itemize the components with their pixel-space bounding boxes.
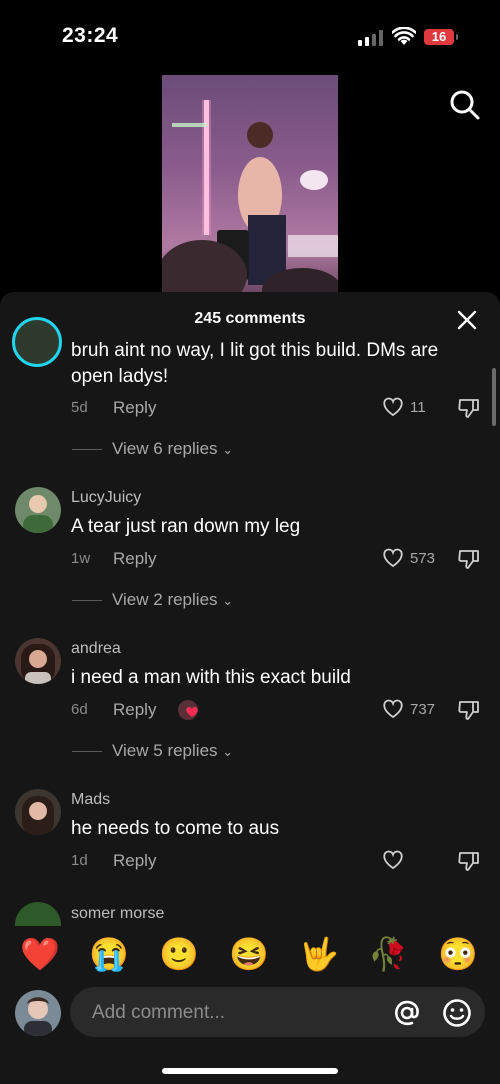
dislike-icon[interactable]: [458, 398, 480, 418]
comment-username[interactable]: andrea: [71, 640, 121, 658]
mention-icon[interactable]: [393, 999, 421, 1027]
avatar[interactable]: [15, 638, 61, 684]
close-icon[interactable]: [456, 309, 478, 331]
emoji-smile[interactable]: 🙂: [159, 934, 199, 974]
video-preview[interactable]: [162, 75, 338, 305]
heart-icon[interactable]: [382, 850, 404, 870]
comment-input-bar[interactable]: [70, 987, 485, 1039]
comment-text: bruh aint no way, I lit got this build. …: [71, 340, 439, 387]
emoji-quick-bar: ❤️ 😭 🙂 😆 🤟 🥀 😳: [0, 926, 500, 980]
wifi-icon: [392, 27, 416, 45]
comment-input[interactable]: [90, 987, 384, 1039]
comment-text: A tear just ran down my leg: [71, 516, 301, 537]
emoji-wilted-rose[interactable]: 🥀: [368, 934, 408, 974]
emoji-laughing[interactable]: 😆: [229, 934, 269, 974]
view-replies-button[interactable]: View 6 replies ⌄: [72, 439, 233, 459]
comment-age: 1d: [71, 852, 88, 869]
comment-username[interactable]: somer morse: [71, 905, 164, 923]
comment-text: i need a man with this exact build: [71, 667, 351, 688]
video-frame-image: [162, 100, 338, 305]
reply-button[interactable]: Reply: [113, 700, 156, 720]
reply-button[interactable]: Reply: [113, 398, 156, 418]
reply-button[interactable]: Reply: [113, 851, 156, 871]
emoji-rock-on[interactable]: 🤟: [299, 934, 339, 974]
avatar[interactable]: [15, 902, 61, 926]
emoji-flushed[interactable]: 😳: [438, 934, 478, 974]
comment-age: 6d: [71, 701, 88, 718]
heart-icon: [186, 707, 198, 717]
view-replies-label: View 6 replies: [112, 439, 218, 458]
comments-count-title: 245 comments: [194, 310, 306, 327]
heart-icon[interactable]: [382, 699, 404, 719]
creator-liked-badge: [178, 700, 198, 720]
avatar[interactable]: [12, 317, 62, 367]
status-bar: 23:24 16: [0, 0, 500, 70]
view-replies-label: View 2 replies: [112, 590, 218, 609]
emoji-crying[interactable]: 😭: [89, 934, 129, 974]
comment-text: he needs to come to aus: [71, 818, 280, 839]
avatar[interactable]: [15, 487, 61, 533]
emoji-heart[interactable]: ❤️: [20, 934, 60, 974]
comment-username[interactable]: Mads: [71, 791, 110, 809]
view-replies-label: View 5 replies: [112, 741, 218, 760]
search-icon[interactable]: [448, 88, 482, 122]
comment-age: 5d: [71, 399, 88, 416]
emoji-picker-icon[interactable]: [442, 998, 472, 1028]
scrollbar[interactable]: [492, 368, 496, 426]
like-count: 737: [410, 701, 436, 718]
view-replies-button[interactable]: View 5 replies ⌄: [72, 741, 233, 761]
comment-username[interactable]: LucyJuicy: [71, 489, 141, 507]
dislike-icon[interactable]: [458, 851, 480, 871]
cellular-signal-icon: [358, 30, 384, 46]
heart-icon[interactable]: [382, 548, 404, 568]
like-count: 573: [410, 550, 436, 567]
view-replies-button[interactable]: View 2 replies ⌄: [72, 590, 233, 610]
comment-age: 1w: [71, 550, 91, 567]
home-indicator[interactable]: [162, 1068, 338, 1074]
reply-button[interactable]: Reply: [113, 549, 156, 569]
my-avatar[interactable]: [15, 990, 61, 1036]
dislike-icon[interactable]: [458, 700, 480, 720]
battery-indicator: 16: [424, 29, 458, 45]
dislike-icon[interactable]: [458, 549, 480, 569]
heart-icon[interactable]: [382, 397, 404, 417]
status-time: 23:24: [62, 24, 119, 47]
avatar[interactable]: [15, 789, 61, 835]
like-count: 11: [410, 399, 426, 416]
